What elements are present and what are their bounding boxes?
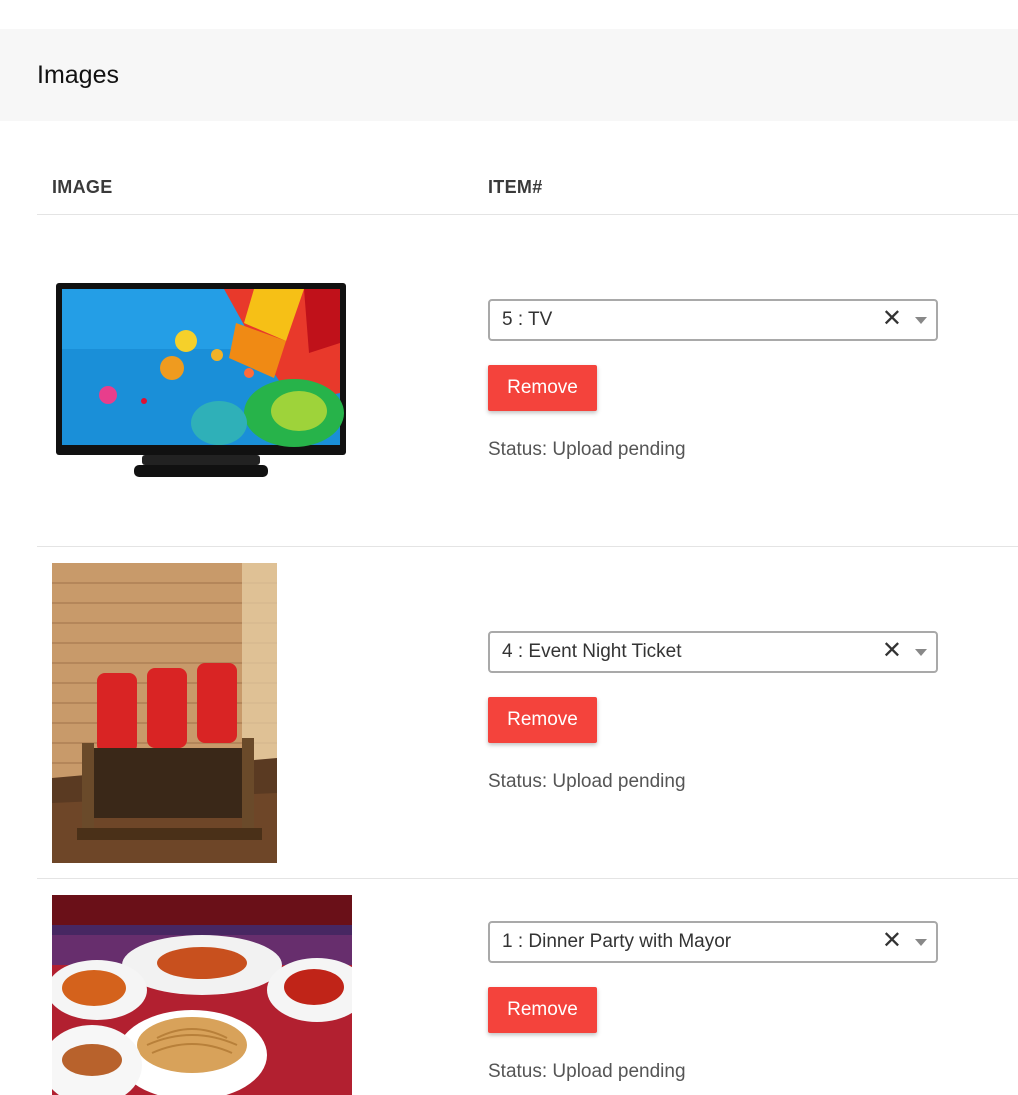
tv-image bbox=[54, 283, 348, 479]
table-row: 4 : Event Night Ticket ✕ Remove Status: … bbox=[37, 547, 1018, 879]
clear-icon[interactable]: ✕ bbox=[882, 306, 902, 332]
dinner-food-image bbox=[52, 895, 352, 1095]
table-row: 1 : Dinner Party with Mayor ✕ Remove Sta… bbox=[37, 879, 1018, 1095]
theater-seats-image bbox=[52, 563, 277, 863]
clear-icon[interactable]: ✕ bbox=[882, 928, 902, 954]
remove-button[interactable]: Remove bbox=[488, 987, 597, 1033]
panel-title: Images bbox=[37, 60, 119, 89]
item-select-value: 1 : Dinner Party with Mayor bbox=[502, 931, 732, 952]
item-select[interactable]: 4 : Event Night Ticket ✕ bbox=[488, 631, 938, 673]
item-select[interactable]: 1 : Dinner Party with Mayor ✕ bbox=[488, 921, 938, 963]
top-spacer bbox=[0, 0, 1018, 29]
remove-button[interactable]: Remove bbox=[488, 365, 597, 411]
status-text: Status: Upload pending bbox=[488, 1061, 686, 1082]
status-text: Status: Upload pending bbox=[488, 771, 686, 792]
panel-header: Images bbox=[0, 29, 1018, 121]
chevron-down-icon[interactable] bbox=[915, 317, 927, 324]
status-text: Status: Upload pending bbox=[488, 439, 686, 460]
images-table: IMAGE ITEM# 5: TV ✕ Remove Status: Uplo… bbox=[37, 121, 1018, 1095]
item-select-value: 4 : Event Night Ticket bbox=[502, 641, 682, 662]
item-select-value: 5 : TV bbox=[502, 309, 553, 330]
column-header-item: ITEM# bbox=[488, 177, 543, 197]
chevron-down-icon[interactable] bbox=[915, 649, 927, 656]
column-header-image: IMAGE bbox=[52, 177, 113, 197]
item-select[interactable]: 5 : TV ✕ bbox=[488, 299, 938, 341]
clear-icon[interactable]: ✕ bbox=[882, 638, 902, 664]
table-row: 5 : TV ✕ Remove Status: Upload pending bbox=[37, 215, 1018, 547]
table-header: IMAGE ITEM# bbox=[37, 121, 1018, 215]
remove-button[interactable]: Remove bbox=[488, 697, 597, 743]
chevron-down-icon[interactable] bbox=[915, 939, 927, 946]
